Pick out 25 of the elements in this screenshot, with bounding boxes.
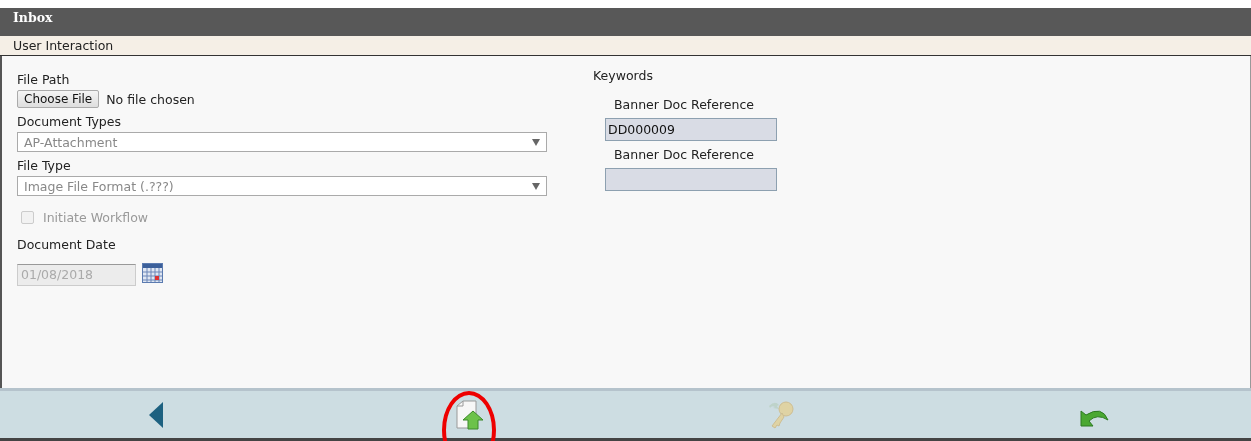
dropdown[interactable]: Image File Format (.???)	[17, 176, 547, 196]
field-label: File Path	[17, 72, 71, 87]
window-title: Inbox	[0, 8, 1251, 36]
toolbar-button[interactable]	[454, 399, 485, 430]
dropdown-caret-icon	[532, 138, 540, 146]
section-heading: Keywords	[593, 68, 654, 83]
calendar-icon[interactable]	[142, 263, 163, 283]
section-title: User Interaction	[0, 36, 1251, 56]
input-field[interactable]	[605, 168, 777, 191]
field-label: File Type	[17, 158, 72, 173]
field-label: Banner Doc Reference	[614, 147, 755, 162]
file-status: No file chosen	[106, 91, 195, 107]
key-icon	[766, 399, 797, 430]
field-label: Document Date	[17, 237, 117, 252]
dropdown[interactable]: AP-Attachment	[17, 132, 547, 152]
input-field[interactable]: DD000009	[605, 118, 777, 141]
toolbar-button[interactable]	[149, 401, 164, 428]
dropdown-caret-icon	[532, 182, 540, 190]
upload-document-icon	[454, 399, 485, 430]
field-label: Document Types	[17, 114, 122, 129]
choose-file-button[interactable]: Choose File	[17, 90, 100, 108]
field-label: Banner Doc Reference	[614, 97, 755, 112]
date-field[interactable]: 01/08/2018	[17, 263, 136, 286]
checkbox-label: Initiate Workflow	[43, 210, 149, 225]
back-arrow-icon	[149, 401, 164, 428]
